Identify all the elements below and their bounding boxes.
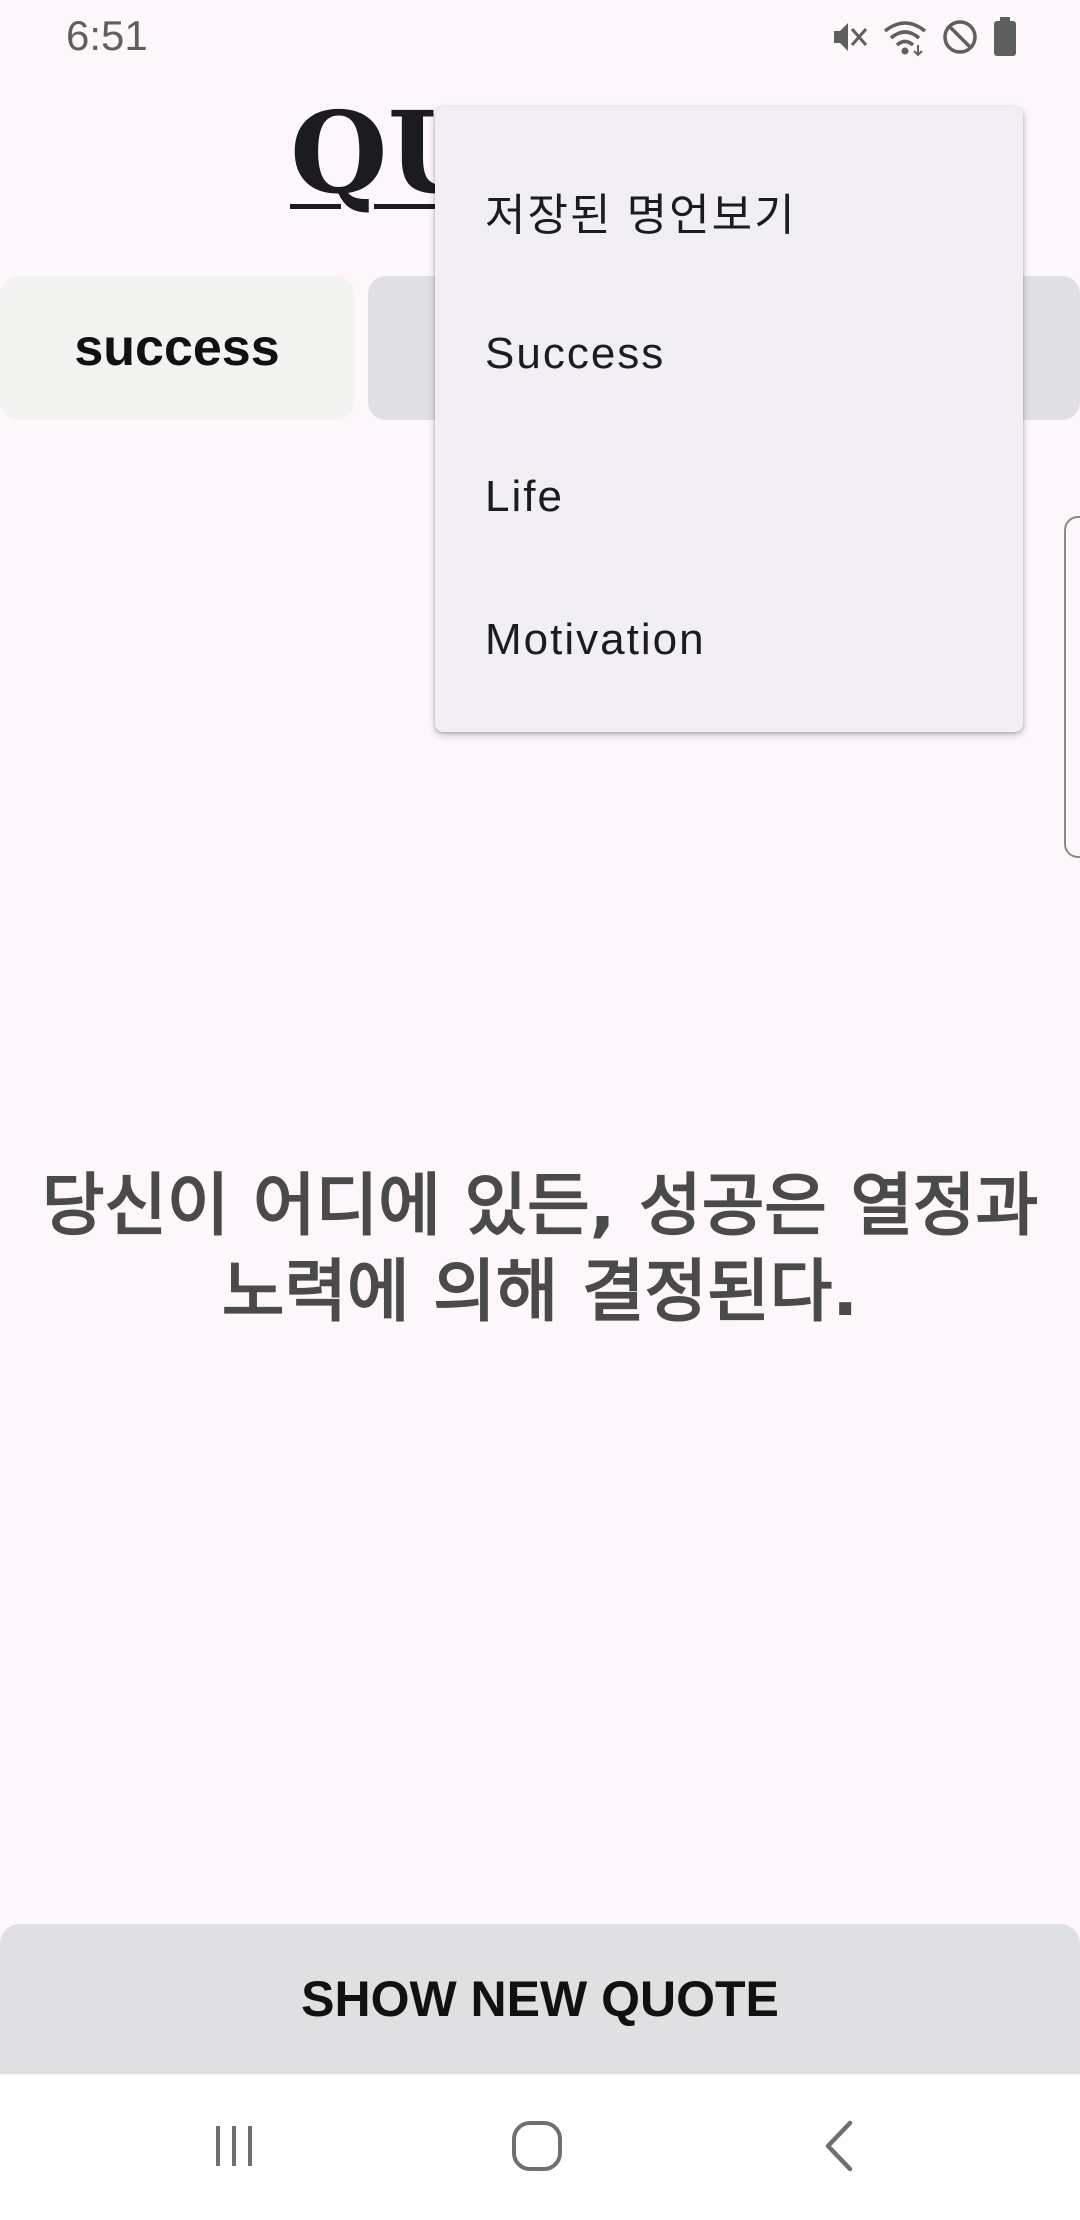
edge-card bbox=[1064, 516, 1080, 858]
quote-line-2: 노력에 의해 결정된다. bbox=[221, 1253, 859, 1332]
menu-item-motivation[interactable]: Motivation bbox=[435, 568, 1023, 712]
show-new-quote-button[interactable]: SHOW NEW QUOTE bbox=[0, 1924, 1080, 2074]
category-chip-success[interactable]: success bbox=[0, 276, 354, 420]
menu-item-saved-quotes[interactable]: 저장된 명언보기 bbox=[435, 139, 1023, 283]
show-new-quote-label: SHOW NEW QUOTE bbox=[301, 1971, 779, 2027]
quote-text: 당신이 어디에 있든, 성공은 열정과 노력에 의해 결정된다. bbox=[0, 1164, 1080, 1336]
menu-item-life[interactable]: Life bbox=[435, 425, 1023, 569]
vibrate-mute-icon bbox=[830, 17, 870, 57]
home-button[interactable] bbox=[437, 2076, 637, 2220]
back-icon bbox=[820, 2119, 860, 2177]
category-chip-label: success bbox=[74, 319, 280, 377]
recents-button[interactable] bbox=[134, 2076, 334, 2220]
navigation-bar bbox=[0, 2076, 1080, 2220]
do-not-disturb-icon bbox=[940, 17, 980, 57]
overflow-menu: 저장된 명언보기 Success Life Motivation bbox=[435, 107, 1023, 732]
home-icon bbox=[510, 2119, 564, 2177]
back-button[interactable] bbox=[740, 2076, 940, 2220]
screen: 6:51 success 당신이 어디에 있든, 성공은 열정과 노력에 의해 … bbox=[0, 0, 1080, 2220]
status-bar: 6:51 bbox=[0, 0, 1080, 76]
status-icons bbox=[830, 16, 1018, 58]
recents-icon bbox=[209, 2121, 259, 2175]
status-time: 6:51 bbox=[66, 12, 148, 59]
menu-item-success[interactable]: Success bbox=[435, 282, 1023, 426]
battery-icon bbox=[992, 16, 1018, 58]
wifi-icon bbox=[882, 17, 928, 57]
quote-line-1: 당신이 어디에 있든, 성공은 열정과 bbox=[41, 1167, 1039, 1246]
